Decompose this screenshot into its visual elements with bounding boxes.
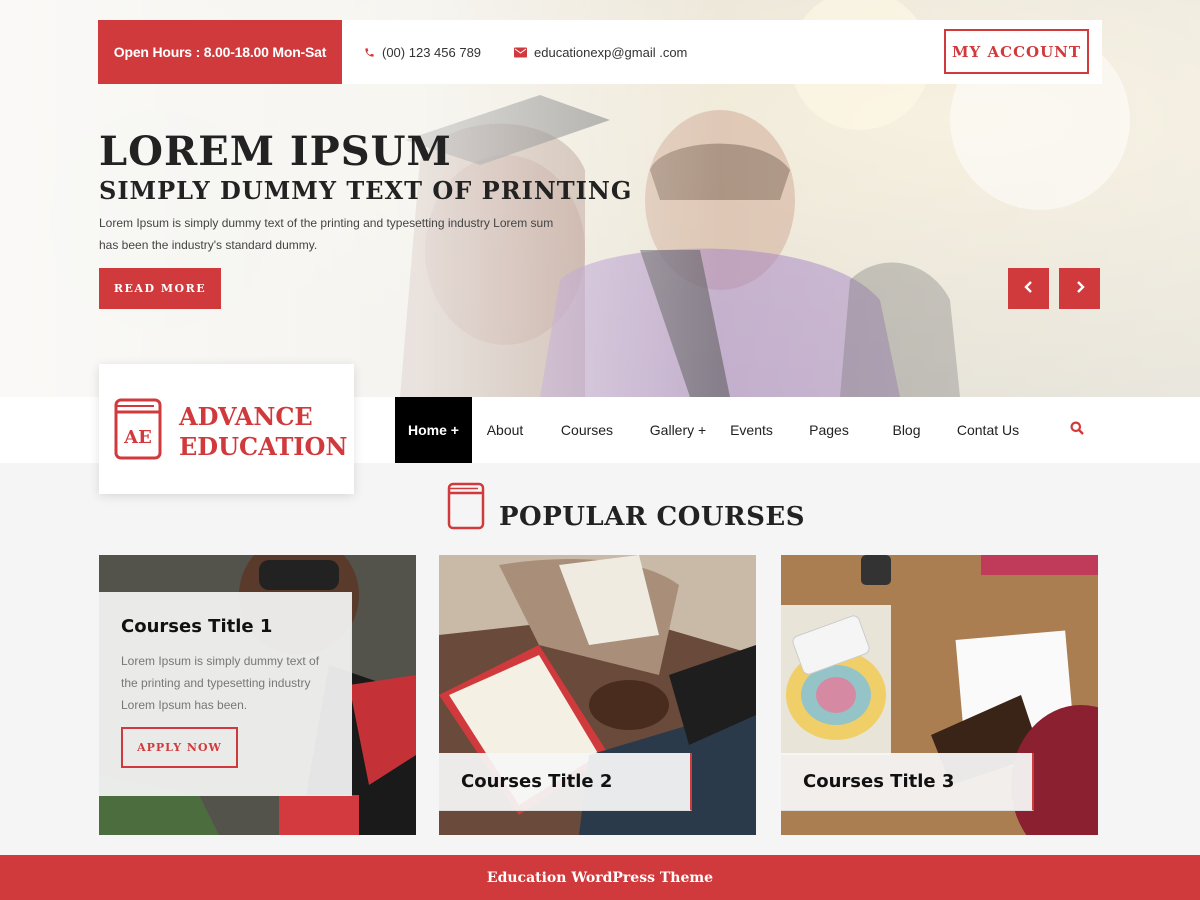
contact-phone[interactable]: (00) 123 456 789	[364, 20, 481, 84]
hero-subtitle: SIMPLY DUMMY TEXT OF PRINTING	[99, 176, 633, 205]
nav-gallery[interactable]: Gallery +	[643, 397, 713, 463]
course-title-2[interactable]: Courses Title 2	[461, 771, 612, 792]
course-card-3-label: Courses Title 3	[781, 753, 1034, 811]
contact-email[interactable]: educationexp@gmail .com	[514, 20, 687, 84]
nav-blog[interactable]: Blog	[884, 397, 929, 463]
site-logo[interactable]: AE ADVANCE EDUCATION	[99, 364, 354, 494]
book-icon	[447, 482, 485, 535]
search-icon	[1070, 421, 1084, 440]
chevron-right-icon	[1075, 280, 1085, 298]
envelope-icon	[514, 47, 527, 58]
chevron-left-icon	[1023, 280, 1034, 298]
nav-events[interactable]: Events	[723, 397, 780, 463]
nav-courses[interactable]: Courses	[553, 397, 621, 463]
phone-text: (00) 123 456 789	[382, 44, 482, 60]
course-title-1[interactable]: Courses Title 1	[121, 616, 272, 637]
search-button[interactable]	[1066, 419, 1088, 441]
my-account-button[interactable]: MY ACCOUNT	[944, 29, 1089, 74]
course-description-1: Lorem Ipsum is simply dummy text of the …	[121, 654, 320, 712]
course-card-2[interactable]: Courses Title 2	[439, 555, 756, 835]
slider-prev-button[interactable]	[1008, 268, 1049, 309]
book-logo-icon: AE	[114, 398, 162, 465]
course-card-1[interactable]: Courses Title 1 Lorem Ipsum is simply du…	[99, 555, 416, 835]
nav-about[interactable]: About	[477, 397, 533, 463]
course-card-2-label: Courses Title 2	[439, 753, 692, 811]
footer-text: Education WordPress Theme	[486, 869, 714, 886]
logo-line-1: ADVANCE	[179, 402, 313, 431]
slider-next-button[interactable]	[1059, 268, 1100, 309]
email-text: educationexp@gmail .com	[534, 44, 688, 60]
hero-description: Lorem Ipsum is simply dummy text of the …	[99, 216, 554, 252]
section-title: POPULAR COURSES	[499, 502, 806, 532]
logo-line-2: EDUCATION	[179, 432, 348, 461]
nav-home[interactable]: Home +	[395, 397, 472, 463]
logo-text: ADVANCE EDUCATION	[179, 402, 347, 462]
phone-icon	[364, 47, 375, 58]
read-more-button[interactable]: READ MORE	[99, 268, 221, 309]
hero-title: LOREM IPSUM	[99, 128, 452, 175]
course-card-3[interactable]: Courses Title 3	[781, 555, 1098, 835]
open-hours: Open Hours : 8.00-18.00 Mon-Sat	[98, 20, 342, 84]
nav-contact[interactable]: Contat Us	[950, 397, 1026, 463]
footer-bar: Education WordPress Theme	[0, 855, 1200, 900]
logo-icon-letters: AE	[123, 427, 152, 448]
nav-pages[interactable]: Pages	[801, 397, 857, 463]
course-title-3[interactable]: Courses Title 3	[803, 771, 954, 792]
course-card-1-panel: Courses Title 1 Lorem Ipsum is simply du…	[99, 592, 352, 796]
apply-now-button[interactable]: APPLY NOW	[121, 727, 238, 768]
top-bar: Open Hours : 8.00-18.00 Mon-Sat (00) 123…	[98, 20, 1102, 84]
